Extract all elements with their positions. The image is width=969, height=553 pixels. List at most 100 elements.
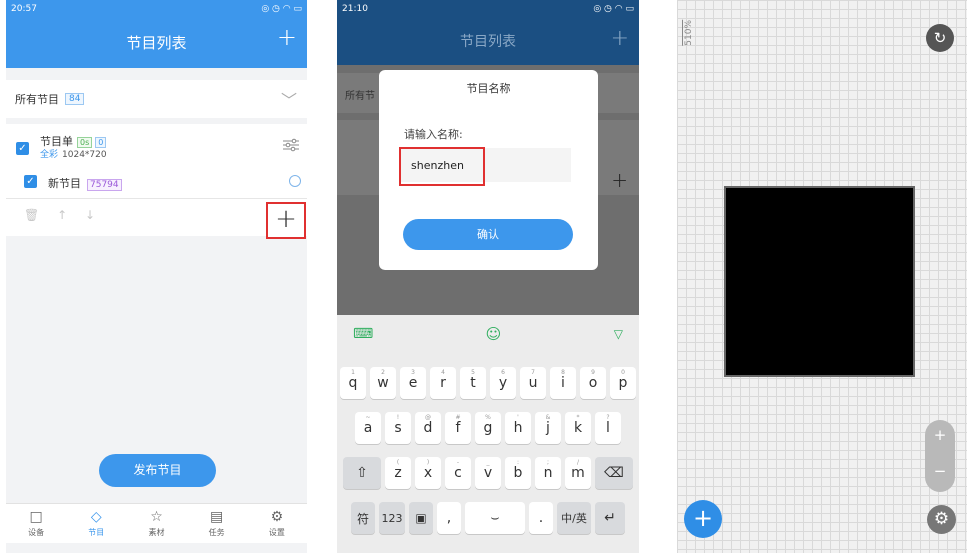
nav-label: 素材: [148, 527, 165, 537]
key-numbers[interactable]: 123: [379, 502, 405, 534]
key-period[interactable]: .: [529, 502, 553, 534]
program-item[interactable]: ✓ 节目单 0s 0 全彩 1024*720: [16, 130, 301, 160]
key-label: v: [483, 465, 493, 481]
space-key[interactable]: ⌣: [465, 502, 525, 534]
key-label: n: [543, 465, 553, 481]
key-k[interactable]: * k: [565, 412, 591, 444]
delete-key[interactable]: ⌫: [595, 457, 633, 489]
key-w[interactable]: 2w: [370, 367, 396, 399]
key-j[interactable]: & j: [535, 412, 561, 444]
key-v[interactable]: _ v: [475, 457, 501, 489]
divider: [6, 198, 307, 199]
canvas-editor-screen: 510% ↻ + − + ⚙: [677, 0, 967, 553]
all-programs-row[interactable]: 所有节目 84 ﹀: [6, 80, 307, 118]
delete-icon[interactable]: 🗑: [24, 208, 39, 222]
key-row-4: 符 123 ▣ , ⌣ . 中/英 ↵: [337, 502, 639, 534]
key-r[interactable]: 4r: [430, 367, 456, 399]
key-label: y: [498, 375, 508, 391]
add-content-button[interactable]: +: [266, 202, 306, 239]
publish-button[interactable]: 发布节目: [99, 454, 216, 487]
sub-program-id-tag: 75794: [87, 179, 122, 191]
page-title: 节目列表: [460, 34, 516, 50]
nav-item-tasks[interactable]: ▤ 任务: [209, 508, 225, 538]
dialog-title: 节目名称: [466, 82, 511, 95]
layers-icon: ◇: [90, 508, 102, 525]
move-up-icon[interactable]: ↑: [57, 208, 67, 222]
program-count-badge: 84: [65, 93, 85, 105]
key-d[interactable]: @ d: [415, 412, 441, 444]
shift-key[interactable]: ⇧: [343, 457, 381, 489]
chevron-down-icon[interactable]: ﹀: [281, 87, 297, 111]
add-program-icon[interactable]: +: [277, 25, 297, 49]
key-u[interactable]: 7u: [520, 367, 546, 399]
program-checkbox[interactable]: ✓: [16, 142, 29, 155]
key-m[interactable]: / m: [565, 457, 591, 489]
settings-sliders-icon[interactable]: [283, 138, 299, 152]
globe-icon[interactable]: [289, 175, 301, 187]
zoom-out-button[interactable]: −: [925, 462, 955, 480]
emoji-icon[interactable]: ☺: [486, 325, 502, 343]
key-hint: /: [576, 459, 580, 466]
key-b[interactable]: :b: [505, 457, 531, 489]
status-icons: ◎ ◷ ◠ ▭: [593, 3, 634, 14]
settings-gear-icon[interactable]: ⚙: [927, 505, 956, 534]
enter-key[interactable]: ↵: [595, 502, 625, 534]
status-time: 21:10: [342, 3, 368, 14]
key-g[interactable]: % g: [475, 412, 501, 444]
key-cn-en[interactable]: 中/英: [557, 502, 591, 534]
lang-toggle-icon[interactable]: ▣: [409, 502, 433, 534]
key-x[interactable]: ) x: [415, 457, 441, 489]
key-z[interactable]: (z: [385, 457, 411, 489]
nav-item-settings[interactable]: ⚙ 设置: [269, 509, 285, 538]
rotate-icon[interactable]: ↻: [926, 24, 954, 52]
key-row-2: ~ a! s @ d # f% g ' h & j * k? l: [337, 412, 639, 444]
nav-item-devices[interactable]: □ 设备: [28, 509, 44, 538]
key-label: d: [423, 420, 433, 436]
key-hint: ): [426, 459, 430, 466]
key-q[interactable]: 1q: [340, 367, 366, 399]
key-i[interactable]: 8i: [550, 367, 576, 399]
zoom-in-button[interactable]: +: [925, 426, 955, 444]
move-down-icon[interactable]: ↓: [85, 208, 95, 222]
sub-program-checkbox[interactable]: ✓: [24, 175, 37, 188]
dimmed-overlay: 所有节 + 节目名称 请输入名称: 确认: [337, 65, 639, 315]
key-f[interactable]: # f: [445, 412, 471, 444]
program-name-input[interactable]: [399, 148, 571, 182]
key-label: u: [528, 375, 538, 391]
key-comma[interactable]: ,: [437, 502, 461, 534]
key-h[interactable]: ' h: [505, 412, 531, 444]
add-element-button[interactable]: +: [684, 500, 722, 538]
keyboard-icon[interactable]: ⌨: [353, 326, 373, 342]
key-hint: 5: [471, 369, 475, 376]
key-hint: _: [486, 459, 490, 466]
key-symbols[interactable]: 符: [351, 502, 375, 534]
key-l[interactable]: ? l: [595, 412, 621, 444]
all-programs-label: 所有节目: [15, 93, 59, 106]
key-t[interactable]: 5t: [460, 367, 486, 399]
key-o[interactable]: 9o: [580, 367, 606, 399]
confirm-button[interactable]: 确认: [403, 219, 573, 250]
list-icon: ▤: [210, 508, 224, 525]
add-program-icon: +: [610, 26, 629, 51]
key-n[interactable]: ; n: [535, 457, 561, 489]
nav-item-programs[interactable]: ◇ 节目: [88, 508, 105, 538]
key-a[interactable]: ~ a: [355, 412, 381, 444]
screen-canvas[interactable]: [724, 186, 915, 377]
key-s[interactable]: ! s: [385, 412, 411, 444]
dialog-label: 请输入名称:: [404, 128, 463, 141]
nav-label: 节目: [88, 527, 105, 537]
key-hint: 0: [621, 369, 625, 376]
key-p[interactable]: 0p: [610, 367, 636, 399]
key-hint: -: [456, 459, 460, 466]
key-c[interactable]: -c: [445, 457, 471, 489]
sub-program-item[interactable]: ✓ 新节目 75794: [24, 172, 301, 192]
key-label: c: [454, 465, 462, 481]
key-label: q: [348, 375, 358, 391]
key-label: j: [546, 420, 550, 436]
status-time: 20:57: [11, 3, 37, 14]
key-y[interactable]: 6y: [490, 367, 516, 399]
hide-keyboard-icon[interactable]: ▽: [614, 327, 623, 341]
key-e[interactable]: 3e: [400, 367, 426, 399]
nav-item-materials[interactable]: ☆ 素材: [148, 509, 165, 538]
status-bar: 21:10 ◎ ◷ ◠ ▭: [337, 0, 639, 17]
